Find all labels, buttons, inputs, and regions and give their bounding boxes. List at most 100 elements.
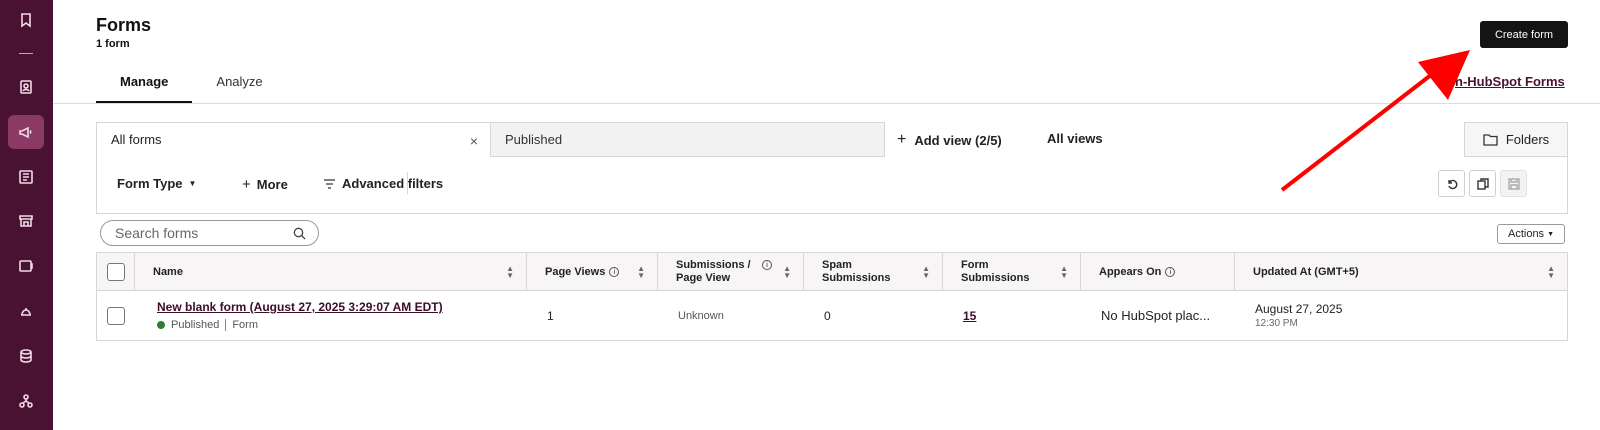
tab-analyze[interactable]: Analyze [192, 62, 286, 104]
caret-down-icon: ▼ [1547, 230, 1554, 238]
view-tab-label: Published [505, 132, 563, 147]
commerce-store-icon[interactable] [8, 204, 44, 238]
sort-icon[interactable]: ▲ ▼ [922, 265, 930, 280]
table-header: Name ▲ ▼ Page Views i ▲ ▼ Submissions / Pa… [97, 253, 1567, 291]
view-tab-all-forms[interactable]: All forms × [96, 122, 491, 157]
row-select-cell [97, 291, 135, 340]
save-icon [1507, 177, 1520, 190]
non-hubspot-forms-link[interactable]: n-HubSpot Forms [1455, 74, 1565, 89]
plus-icon: + [242, 176, 251, 193]
form-type-label: Form Type [117, 176, 183, 191]
more-label: More [256, 177, 288, 192]
folders-label: Folders [1505, 132, 1550, 147]
sort-icon[interactable]: ▲ ▼ [637, 265, 645, 280]
contacts-icon[interactable] [8, 70, 44, 104]
column-header-name[interactable]: Name ▲ ▼ [135, 253, 527, 291]
reset-view-button[interactable] [1438, 170, 1465, 197]
app-root: Forms 1 form Create form Manage Analyze … [0, 0, 1600, 430]
form-submissions-link[interactable]: 15 [963, 309, 976, 323]
page-views-cell: 1 [547, 308, 554, 323]
forms-table: Name ▲ ▼ Page Views i ▲ ▼ Submissions / Pa… [96, 252, 1568, 341]
form-name-link[interactable]: New blank form (August 27, 2025 3:29:07 … [157, 300, 443, 314]
caret-down-icon: ▼ [188, 179, 197, 188]
info-icon[interactable]: i [1165, 267, 1176, 277]
create-form-button[interactable]: Create form [1480, 21, 1568, 48]
sales-wallet-icon[interactable] [8, 249, 44, 283]
row-checkbox[interactable] [107, 306, 125, 325]
bookmark-icon[interactable] [8, 3, 44, 37]
plus-icon: + [897, 131, 907, 148]
filter-icon [324, 178, 335, 189]
column-header-submissions-per-view[interactable]: Submissions / Page View i ▲ ▼ [658, 253, 804, 291]
marketing-megaphone-icon[interactable] [8, 115, 44, 149]
filter-bar: Form Type ▼ + More Advanced filters [96, 156, 1568, 214]
status-label: Published [171, 319, 220, 331]
sort-icon[interactable]: ▲ ▼ [1547, 265, 1555, 280]
add-view-button[interactable]: + Add view (2/5) [897, 131, 1002, 149]
select-all-cell [97, 253, 135, 291]
column-label: Spam Submissions [822, 259, 891, 284]
more-filters-button[interactable]: + More [242, 176, 288, 193]
name-cell: New blank form (August 27, 2025 3:29:07 … [135, 291, 527, 340]
add-view-label: Add view (2/5) [914, 132, 1002, 148]
submissions-per-view-cell: Unknown [678, 309, 724, 322]
tabs-divider [53, 103, 1600, 104]
tab-manage[interactable]: Manage [96, 62, 193, 104]
advanced-filters-label: Advanced filters [342, 176, 444, 191]
actions-dropdown[interactable]: Actions ▼ [1497, 224, 1565, 244]
form-count: 1 form [96, 38, 130, 50]
form-status: Published Form [157, 319, 258, 331]
clone-view-button[interactable] [1469, 170, 1496, 197]
column-label: Appears On [1099, 265, 1162, 278]
column-header-appears-on[interactable]: Appears On i [1081, 253, 1235, 291]
automation-tree-icon[interactable] [8, 384, 44, 418]
column-label: Submissions / Page View [676, 259, 751, 284]
column-header-form-submissions[interactable]: Form Submissions ▲ ▼ [943, 253, 1081, 291]
status-divider [225, 319, 227, 331]
spam-cell: 0 [824, 308, 831, 323]
global-sidebar [0, 0, 53, 430]
save-view-button[interactable] [1500, 170, 1527, 197]
info-icon[interactable]: i [762, 260, 772, 270]
appears-on-cell: No HubSpot plac... [1101, 308, 1211, 323]
sort-icon[interactable]: ▲ ▼ [506, 265, 514, 280]
column-label: Form Submissions [961, 259, 1030, 284]
info-icon[interactable]: i [609, 267, 620, 277]
view-tab-published[interactable]: Published [490, 122, 885, 157]
column-label: Name [153, 265, 183, 278]
page-title: Forms [96, 15, 152, 35]
search-input[interactable] [115, 225, 285, 241]
column-header-page-views[interactable]: Page Views i ▲ ▼ [527, 253, 658, 291]
advanced-filters-button[interactable]: Advanced filters [323, 176, 443, 191]
search-icon[interactable] [293, 227, 306, 240]
column-header-updated-at[interactable]: Updated At (GMT+5) ▲ ▼ [1235, 253, 1567, 291]
data-database-icon[interactable] [8, 339, 44, 373]
column-label: Updated At (GMT+5) [1253, 265, 1359, 278]
close-icon[interactable]: × [470, 133, 478, 149]
page-tabs: Manage Analyze [96, 62, 287, 104]
column-header-spam-submissions[interactable]: Spam Submissions ▲ ▼ [804, 253, 943, 291]
form-submissions-cell: 15 [943, 291, 1081, 340]
sort-icon[interactable]: ▲ ▼ [1060, 265, 1068, 280]
updated-date: August 27, 2025 [1255, 302, 1343, 316]
updated-time: 12:30 PM [1255, 318, 1298, 329]
column-label: Page Views [545, 265, 606, 278]
sort-icon[interactable]: ▲ ▼ [783, 265, 791, 280]
all-views-button[interactable]: All views [1047, 131, 1103, 146]
status-dot-icon [157, 321, 165, 329]
select-all-checkbox[interactable] [107, 263, 125, 281]
form-type-filter[interactable]: Form Type ▼ [117, 176, 196, 191]
view-tab-label: All forms [111, 132, 162, 147]
actions-label: Actions [1507, 228, 1545, 240]
folders-button[interactable]: Folders [1464, 122, 1568, 157]
updated-at-cell: August 27, 2025 12:30 PM [1235, 291, 1567, 340]
folder-icon [1483, 134, 1498, 146]
service-icon[interactable] [8, 294, 44, 328]
content-icon[interactable] [8, 160, 44, 194]
copy-icon [1476, 177, 1489, 190]
undo-icon [1447, 179, 1457, 189]
table-row: New blank form (August 27, 2025 3:29:07 … [97, 291, 1567, 340]
form-type-label: Form [232, 319, 258, 331]
sidebar-divider [19, 53, 33, 54]
search-forms-field[interactable] [100, 220, 319, 246]
